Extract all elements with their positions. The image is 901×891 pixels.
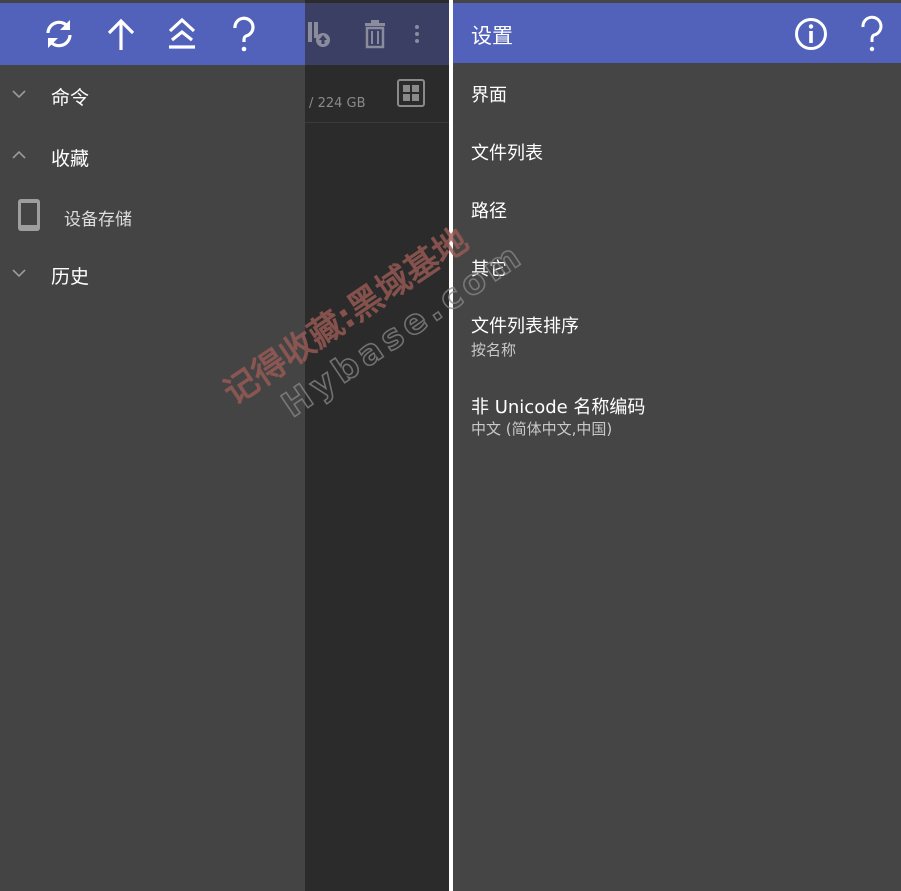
settings-item-file-list-sort[interactable]: 文件列表排序 按名称 bbox=[453, 304, 901, 376]
settings-item-title: 文件列表排序 bbox=[471, 316, 579, 337]
delete-icon[interactable] bbox=[358, 17, 392, 51]
paste-icon[interactable] bbox=[302, 17, 336, 51]
settings-item-summary: 按名称 bbox=[471, 341, 517, 359]
drawer-section-favorites[interactable]: 收藏 bbox=[0, 128, 305, 184]
phone-icon bbox=[17, 198, 41, 232]
file-manager-pane: B / 224 GB 命令 收藏 设备存储 历史 bbox=[0, 0, 449, 891]
drawer-section-label: 历史 bbox=[51, 266, 90, 288]
info-icon[interactable] bbox=[793, 16, 829, 52]
drawer-section-commands[interactable]: 命令 bbox=[0, 67, 305, 123]
page-title: 设置 bbox=[471, 24, 513, 48]
settings-item-title: 文件列表 bbox=[471, 143, 543, 164]
navigation-drawer: 命令 收藏 设备存储 历史 bbox=[0, 0, 305, 891]
chevron-down-icon bbox=[10, 264, 28, 282]
settings-item-non-unicode-encoding[interactable]: 非 Unicode 名称编码 中文 (简体中文,中国) bbox=[453, 383, 901, 455]
settings-item-file-list[interactable]: 文件列表 bbox=[453, 121, 901, 179]
collapse-all-icon[interactable] bbox=[164, 16, 200, 52]
drawer-section-label: 命令 bbox=[51, 87, 90, 109]
storage-usage-text: B / 224 GB bbox=[296, 96, 366, 111]
refresh-icon[interactable] bbox=[41, 16, 77, 52]
chevron-up-icon bbox=[10, 146, 28, 164]
settings-item-interface[interactable]: 界面 bbox=[453, 63, 901, 121]
more-vert-icon[interactable] bbox=[410, 17, 424, 51]
favorite-item-label: 设备存储 bbox=[64, 210, 132, 230]
drawer-section-label: 收藏 bbox=[51, 148, 90, 170]
chevron-down-icon bbox=[10, 85, 28, 103]
drawer-section-history[interactable]: 历史 bbox=[0, 246, 305, 302]
help-icon[interactable] bbox=[855, 15, 889, 53]
settings-item-other[interactable]: 其它 bbox=[453, 237, 901, 295]
settings-item-title: 界面 bbox=[471, 85, 507, 106]
favorite-item-device-storage[interactable]: 设备存储 bbox=[0, 190, 305, 242]
drawer-toolbar bbox=[0, 3, 305, 65]
grid-view-icon[interactable] bbox=[396, 78, 426, 108]
settings-item-title: 非 Unicode 名称编码 bbox=[471, 397, 646, 418]
settings-item-summary: 中文 (简体中文,中国) bbox=[471, 420, 613, 438]
settings-item-title: 路径 bbox=[471, 201, 507, 222]
settings-screen: 设置 界面 文件列表 路径 其它 文件列表排序 按名称 非 Unicode 名称… bbox=[453, 0, 901, 891]
settings-toolbar: 设置 bbox=[453, 3, 901, 63]
up-arrow-icon[interactable] bbox=[103, 16, 139, 52]
settings-item-path[interactable]: 路径 bbox=[453, 179, 901, 237]
settings-item-title: 其它 bbox=[471, 259, 507, 280]
help-icon[interactable] bbox=[226, 16, 262, 52]
